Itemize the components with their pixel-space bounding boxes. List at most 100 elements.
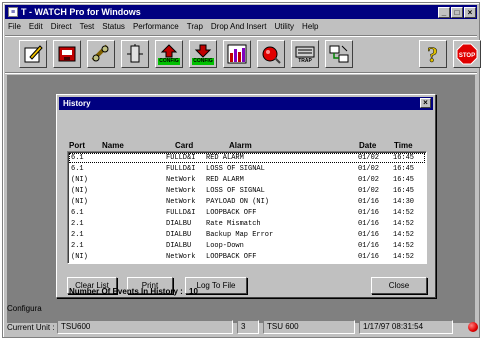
close-button[interactable]: × xyxy=(464,6,476,18)
history-cell-date: 01/16 xyxy=(358,242,380,250)
history-cell-time: 16:45 xyxy=(393,187,415,195)
history-cell-date: 01/16 xyxy=(358,231,380,239)
history-row[interactable]: 6.1 FULLD&I LOSS OF SIGNAL 01/02 16:45 xyxy=(69,164,425,174)
history-cell-alarm: LOSS OF SIGNAL xyxy=(206,165,265,173)
history-cell-port: 2.1 xyxy=(71,231,84,239)
performance-chart-button[interactable] xyxy=(223,40,251,68)
history-title: History xyxy=(63,99,91,108)
history-close-icon[interactable]: × xyxy=(420,98,431,108)
menu-trap[interactable]: Trap xyxy=(187,22,203,31)
history-row[interactable]: (NI) NetWork LOSS OF SIGNAL 01/02 16:45 xyxy=(69,186,425,196)
history-cell-alarm: RED ALARM xyxy=(206,154,244,162)
phone-icon xyxy=(58,46,76,62)
help-tool-button[interactable]: ? xyxy=(419,40,447,68)
menu-utility[interactable]: Utility xyxy=(274,22,294,31)
menu-status[interactable]: Status xyxy=(102,22,125,31)
history-row[interactable]: 2.1 DIALBU Backup Map Error 01/16 14:52 xyxy=(69,230,425,240)
history-cell-card: NetWork xyxy=(166,187,196,195)
history-cell-time: 14:52 xyxy=(393,209,415,217)
history-cell-date: 01/02 xyxy=(358,176,380,184)
history-cell-card: NetWork xyxy=(166,253,196,261)
menu-edit[interactable]: Edit xyxy=(29,22,43,31)
history-row[interactable]: (NI) NetWork RED ALARM 01/02 16:45 xyxy=(69,175,425,185)
history-title-bar[interactable]: History × xyxy=(59,97,433,110)
history-cell-time: 16:45 xyxy=(393,165,415,173)
config-label: Configura xyxy=(7,303,42,313)
slot-field: 3 xyxy=(237,320,259,334)
history-row[interactable]: 2.1 DIALBU Rate Mismatch 01/16 14:52 xyxy=(69,219,425,229)
history-cell-port: 6.1 xyxy=(71,209,84,217)
menu-test[interactable]: Test xyxy=(80,22,95,31)
minimize-button[interactable]: _ xyxy=(438,6,450,18)
bar-chart-icon xyxy=(227,44,247,64)
col-card: Card xyxy=(175,141,194,150)
history-cell-card: DIALBU xyxy=(166,220,192,228)
maximize-button[interactable]: □ xyxy=(451,6,463,18)
history-list[interactable]: 6.1 FULLD&I RED ALARM 01/02 16:45 6.1 FULLD&I L… xyxy=(67,151,427,264)
col-name: Name xyxy=(102,141,124,150)
history-cell-port: 6.1 xyxy=(71,165,84,173)
history-cell-card: NetWork xyxy=(166,176,196,184)
unit-field: TSU600 xyxy=(57,320,233,334)
status-led-icon xyxy=(468,322,478,332)
history-cell-date: 01/16 xyxy=(358,220,380,228)
history-cell-alarm: Loop-Down xyxy=(206,242,244,250)
current-unit-label: Current Unit : xyxy=(7,322,55,332)
stop-tool-button[interactable]: STOP xyxy=(453,40,481,68)
network-tool-button[interactable] xyxy=(325,40,353,68)
history-row[interactable]: (NI) NetWork LOOPBACK OFF 01/16 14:52 xyxy=(69,252,425,262)
col-alarm: Alarm xyxy=(229,141,252,150)
title-bar[interactable]: ≡ T - WATCH Pro for Windows _ □ × xyxy=(5,5,477,19)
menu-direct[interactable]: Direct xyxy=(51,22,72,31)
history-row[interactable]: 6.1 FULLD&I LOOPBACK OFF 01/16 14:52 xyxy=(69,208,425,218)
history-cell-time: 14:30 xyxy=(393,198,415,206)
history-cell-time: 14:52 xyxy=(393,242,415,250)
col-date: Date xyxy=(359,141,377,150)
svg-text:STOP: STOP xyxy=(459,53,475,59)
menu-bar: File Edit Direct Test Status Performance… xyxy=(5,20,477,33)
col-port: Port xyxy=(69,141,85,150)
history-cell-port: 2.1 xyxy=(71,242,84,250)
current-unit-row: Current Unit : TSU600 3 TSU 600 1/17/97 … xyxy=(5,319,478,335)
network-icon xyxy=(329,45,349,63)
alarm-tool-button[interactable] xyxy=(257,40,285,68)
history-cell-time: 14:52 xyxy=(393,231,415,239)
col-time: Time xyxy=(394,141,413,150)
connect-tool-button[interactable] xyxy=(53,40,81,68)
config-upload-button[interactable]: CONFIG xyxy=(155,40,183,68)
device-tool-button[interactable] xyxy=(121,40,149,68)
history-cell-port: 6.1 xyxy=(71,154,84,162)
history-row[interactable]: 6.1 FULLD&I RED ALARM 01/02 16:45 xyxy=(69,153,425,163)
events-summary: Number Of Events In History : 10 xyxy=(69,287,198,296)
history-cell-date: 01/16 xyxy=(358,198,380,206)
history-cell-time: 14:52 xyxy=(393,253,415,261)
trap-label: TRAP xyxy=(298,58,312,64)
history-cell-alarm: LOOPBACK OFF xyxy=(206,253,257,261)
app-icon[interactable]: ≡ xyxy=(8,7,18,17)
close-button-dialog[interactable]: Close xyxy=(371,277,427,294)
menu-file[interactable]: File xyxy=(8,22,21,31)
events-count: 10 xyxy=(189,287,198,296)
trap-tool-button[interactable]: TRAP xyxy=(291,40,319,68)
cable-icon xyxy=(91,44,109,62)
config-download-button[interactable]: CONFIG xyxy=(189,40,217,68)
history-cell-card: FULLD&I xyxy=(166,209,196,217)
history-cell-date: 01/02 xyxy=(358,165,380,173)
history-cell-card: DIALBU xyxy=(166,242,192,250)
history-cell-card: FULLD&I xyxy=(166,165,196,173)
unit-model-field: TSU 600 xyxy=(263,320,355,334)
menu-performance[interactable]: Performance xyxy=(133,22,179,31)
menu-help[interactable]: Help xyxy=(302,22,318,31)
edit-tool-button[interactable] xyxy=(19,40,47,68)
history-cell-time: 16:45 xyxy=(393,176,415,184)
history-row[interactable]: 2.1 DIALBU Loop-Down 01/16 14:52 xyxy=(69,241,425,251)
cable-tool-button[interactable] xyxy=(87,40,115,68)
history-cell-date: 01/16 xyxy=(358,253,380,261)
history-row[interactable]: (NI) NetWork PAYLOAD ON (NI) 01/16 14:30 xyxy=(69,197,425,207)
svg-text:?: ? xyxy=(427,43,438,65)
menu-drop-and-insert[interactable]: Drop And Insert xyxy=(211,22,267,31)
history-cell-date: 01/16 xyxy=(358,209,380,217)
history-cell-time: 16:45 xyxy=(393,154,415,162)
history-cell-port: (NI) xyxy=(71,253,88,261)
datetime-field: 1/17/97 08:31:54 xyxy=(359,320,453,334)
